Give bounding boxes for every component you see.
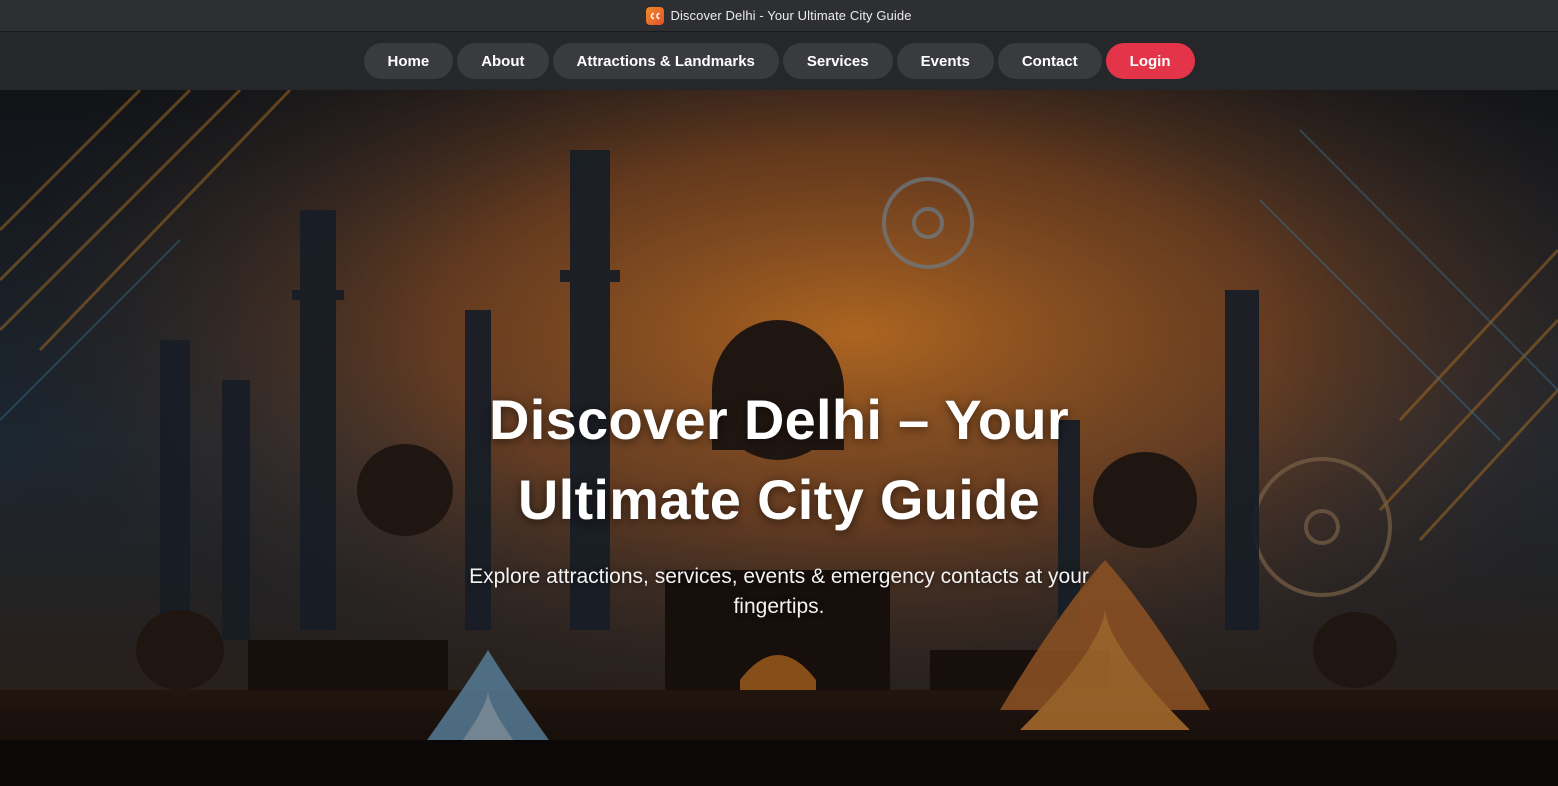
nav-about-link[interactable]: About	[457, 43, 549, 79]
hero-section: Discover Delhi – Your Ultimate City Guid…	[0, 90, 1558, 786]
hero-subtitle: Explore attractions, services, events & …	[469, 565, 1089, 618]
hero-content: Discover Delhi – Your Ultimate City Guid…	[0, 90, 1558, 786]
nav-contact-link[interactable]: Contact	[997, 43, 1102, 79]
window-title: Discover Delhi - Your Ultimate City Guid…	[670, 8, 912, 23]
nav-home-link[interactable]: Home	[363, 43, 454, 79]
login-button[interactable]: Login	[1105, 43, 1195, 79]
nav-events-link[interactable]: Events	[896, 43, 994, 79]
cc-logo-icon	[646, 6, 665, 25]
hero-title: Discover Delhi – Your Ultimate City Guid…	[489, 388, 1069, 531]
window-titlebar: Discover Delhi - Your Ultimate City Guid…	[0, 0, 1558, 32]
nav-attractions-link[interactable]: Attractions & Landmarks	[552, 43, 779, 79]
nav-services-link[interactable]: Services	[782, 43, 893, 79]
main-navbar: Home About Attractions & Landmarks Servi…	[0, 32, 1558, 90]
